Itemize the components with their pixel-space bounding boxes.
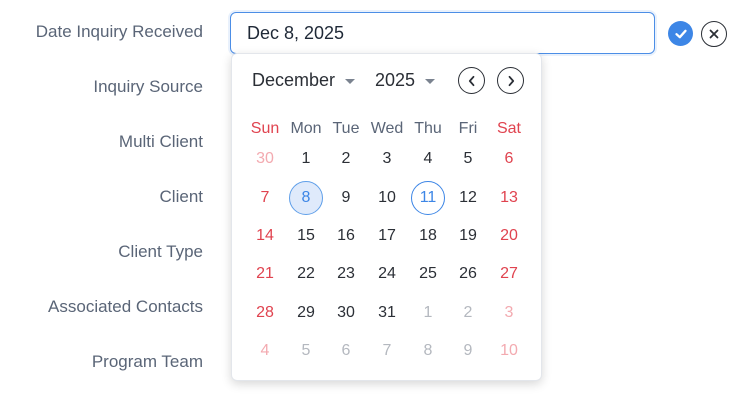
label-client-type: Client Type [118, 242, 203, 261]
calendar-day[interactable]: 21 [248, 257, 282, 291]
calendar-day-other-month[interactable]: 3 [492, 296, 526, 330]
weekday-wed: Wed [370, 120, 404, 137]
calendar-day[interactable]: 13 [492, 181, 526, 215]
calendar-day[interactable]: 17 [370, 219, 404, 253]
calendar-day-other-month[interactable]: 9 [451, 334, 485, 368]
weekday-tue: Tue [332, 120, 360, 137]
weekday-thu: Thu [414, 120, 442, 137]
calendar-day[interactable]: 22 [289, 257, 323, 291]
calendar-day[interactable]: 12 [451, 181, 485, 215]
weekday-sat: Sat [496, 120, 521, 137]
calendar-day[interactable]: 5 [451, 142, 485, 176]
weekday-sun: Sun [250, 120, 280, 137]
calendar-day[interactable]: 28 [248, 296, 282, 330]
month-select[interactable]: December [252, 70, 356, 91]
next-month-button[interactable] [497, 67, 524, 94]
month-select-label: December [252, 70, 336, 90]
calendar-day[interactable]: 24 [370, 257, 404, 291]
calendar-day[interactable]: 3 [370, 142, 404, 176]
calendar-day-other-month[interactable]: 1 [411, 296, 445, 330]
label-multi-client: Multi Client [118, 132, 203, 151]
previous-month-button[interactable] [458, 67, 485, 94]
check-icon [674, 29, 687, 38]
calendar-day[interactable]: 11 [411, 181, 445, 215]
calendar-day[interactable]: 8 [289, 181, 323, 215]
calendar-day[interactable]: 15 [289, 219, 323, 253]
calendar-day[interactable]: 18 [411, 219, 445, 253]
year-select[interactable]: 2025 [375, 70, 436, 91]
calendar-day-other-month[interactable]: 10 [492, 334, 526, 368]
close-icon [709, 29, 719, 39]
label-client: Client [159, 187, 203, 206]
calendar-day-other-month[interactable]: 30 [248, 142, 282, 176]
calendar-day[interactable]: 9 [329, 181, 363, 215]
label-associated-contacts: Associated Contacts [48, 297, 203, 316]
caret-down-icon [425, 79, 436, 84]
cancel-button[interactable] [701, 21, 727, 47]
calendar-day[interactable]: 23 [329, 257, 363, 291]
calendar-day[interactable]: 31 [370, 296, 404, 330]
calendar-day[interactable]: 30 [329, 296, 363, 330]
calendar-day[interactable]: 27 [492, 257, 526, 291]
calendar-day[interactable]: 7 [248, 181, 282, 215]
weekday-mon: Mon [290, 120, 322, 137]
date-inquiry-received-input[interactable] [230, 12, 655, 54]
label-inquiry-source: Inquiry Source [93, 77, 203, 96]
calendar-day[interactable]: 10 [370, 181, 404, 215]
caret-down-icon [345, 79, 356, 84]
date-picker-popup: December 2025 Sun Mon Tue Wed Thu Fri Sat 30 1 2… [231, 53, 542, 381]
calendar-day-other-month[interactable]: 6 [329, 334, 363, 368]
calendar-day[interactable]: 2 [329, 142, 363, 176]
calendar-day-other-month[interactable]: 2 [451, 296, 485, 330]
weekday-fri: Fri [458, 120, 478, 137]
chevron-right-icon [508, 75, 514, 86]
calendar-day[interactable]: 4 [411, 142, 445, 176]
calendar-day[interactable]: 29 [289, 296, 323, 330]
calendar-day-other-month[interactable]: 5 [289, 334, 323, 368]
calendar-day[interactable]: 25 [411, 257, 445, 291]
calendar-day[interactable]: 6 [492, 142, 526, 176]
label-program-team: Program Team [91, 352, 203, 371]
calendar-day[interactable]: 1 [289, 142, 323, 176]
calendar-day-other-month[interactable]: 7 [370, 334, 404, 368]
label-date-inquiry-received: Date Inquiry Received [35, 22, 203, 41]
calendar-day[interactable]: 16 [329, 219, 363, 253]
calendar-day[interactable]: 14 [248, 219, 282, 253]
calendar-day[interactable]: 19 [451, 219, 485, 253]
calendar-day-other-month[interactable]: 8 [411, 334, 445, 368]
calendar-day-other-month[interactable]: 4 [248, 334, 282, 368]
calendar-day[interactable]: 26 [451, 257, 485, 291]
year-select-label: 2025 [375, 70, 416, 90]
confirm-button[interactable] [668, 21, 693, 46]
chevron-left-icon [468, 75, 474, 86]
calendar-day[interactable]: 20 [492, 219, 526, 253]
